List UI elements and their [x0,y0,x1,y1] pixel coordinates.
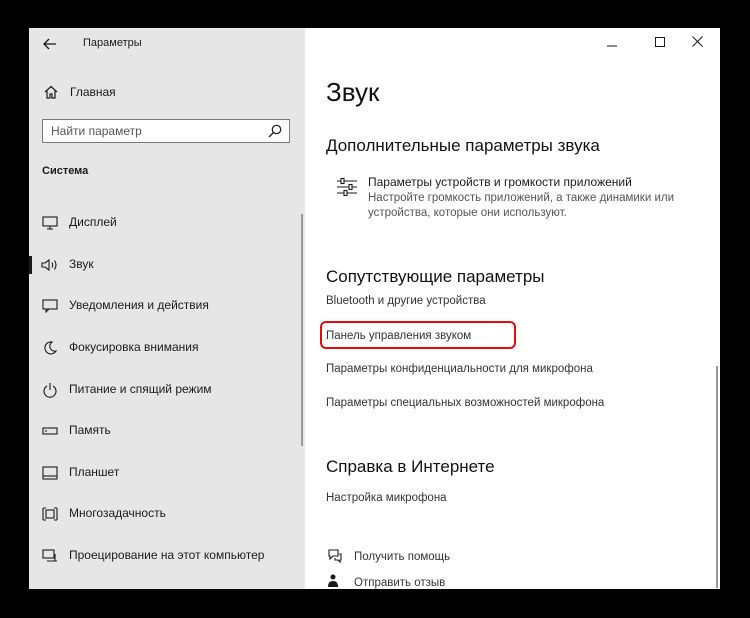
minimize-button[interactable] [589,28,635,58]
sidebar-item-label: Уведомления и действия [69,298,209,312]
multitasking-icon [41,505,59,523]
sidebar-item-projecting[interactable]: Проецирование на этот компьютер [29,537,299,575]
sidebar-item-label: Дисплей [69,215,117,229]
sidebar-scrollbar[interactable] [301,214,303,446]
sidebar-item-storage[interactable]: Память [29,412,299,450]
close-button[interactable] [674,28,720,58]
maximize-icon [655,34,665,52]
power-icon [41,381,59,399]
display-icon [41,214,59,232]
window-title: Параметры [83,37,142,49]
moon-icon [41,339,59,357]
sidebar-item-sound[interactable]: Звук [29,246,299,284]
help-icon [326,547,344,565]
tablet-icon [41,464,59,482]
search-icon[interactable] [267,123,283,139]
minimize-icon [607,34,617,52]
back-arrow-icon[interactable] [39,34,61,54]
main-content: Звук Дополнительные параметры звука Пара… [305,28,720,589]
storage-icon [41,422,59,440]
app-volume-description: Настройте громкость приложений, а также … [368,192,675,219]
sidebar-item-label: Проецирование на этот компьютер [69,548,265,562]
sliders-icon[interactable] [336,176,358,198]
sidebar-item-display[interactable]: Дисплей [29,204,299,242]
sidebar: Параметры Главная Система Дисплей Звук У… [29,28,305,589]
search-box[interactable] [42,119,290,143]
section-title: Система [42,165,89,177]
close-icon [691,34,703,52]
page-title: Звук [326,77,380,107]
sidebar-item-focus[interactable]: Фокусировка внимания [29,329,299,367]
sidebar-item-label: Звук [69,257,94,271]
sidebar-item-label: Питание и спящий режим [69,382,212,396]
bluetooth-link[interactable]: Bluetooth и другие устройства [326,295,486,307]
sidebar-item-power[interactable]: Питание и спящий режим [29,371,299,409]
section-heading-advanced: Дополнительные параметры звука [326,136,600,155]
sidebar-item-label: Многозадачность [69,506,166,520]
home-icon[interactable] [41,82,61,102]
sidebar-item-label: Планшет [69,465,120,479]
sidebar-item-notifications[interactable]: Уведомления и действия [29,287,299,325]
projecting-icon [41,547,59,565]
get-help-link[interactable]: Получить помощь [354,551,450,563]
sidebar-item-tablet[interactable]: Планшет [29,454,299,492]
sidebar-item-label: Фокусировка внимания [69,340,199,354]
app-volume-link[interactable]: Параметры устройств и громкости приложен… [368,175,632,189]
feedback-icon [326,573,344,589]
section-heading-web-help: Справка в Интернете [326,457,495,476]
settings-window: Параметры Главная Система Дисплей Звук У… [29,28,720,589]
home-link[interactable]: Главная [70,85,116,99]
feedback-link[interactable]: Отправить отзыв [354,577,445,589]
mic-accessibility-link[interactable]: Параметры специальных возможностей микро… [326,397,604,409]
sound-control-panel-link[interactable]: Панель управления звуком [326,330,471,342]
sidebar-item-label: Память [69,423,111,437]
mic-privacy-link[interactable]: Параметры конфиденциальности для микрофо… [326,363,593,375]
search-input[interactable] [51,123,251,139]
notification-icon [41,297,59,315]
mic-setup-link[interactable]: Настройка микрофона [326,492,447,504]
main-scrollbar[interactable] [716,366,718,588]
speaker-icon [41,256,59,274]
section-heading-related: Сопутствующие параметры [326,267,545,286]
sidebar-item-multitasking[interactable]: Многозадачность [29,495,299,533]
